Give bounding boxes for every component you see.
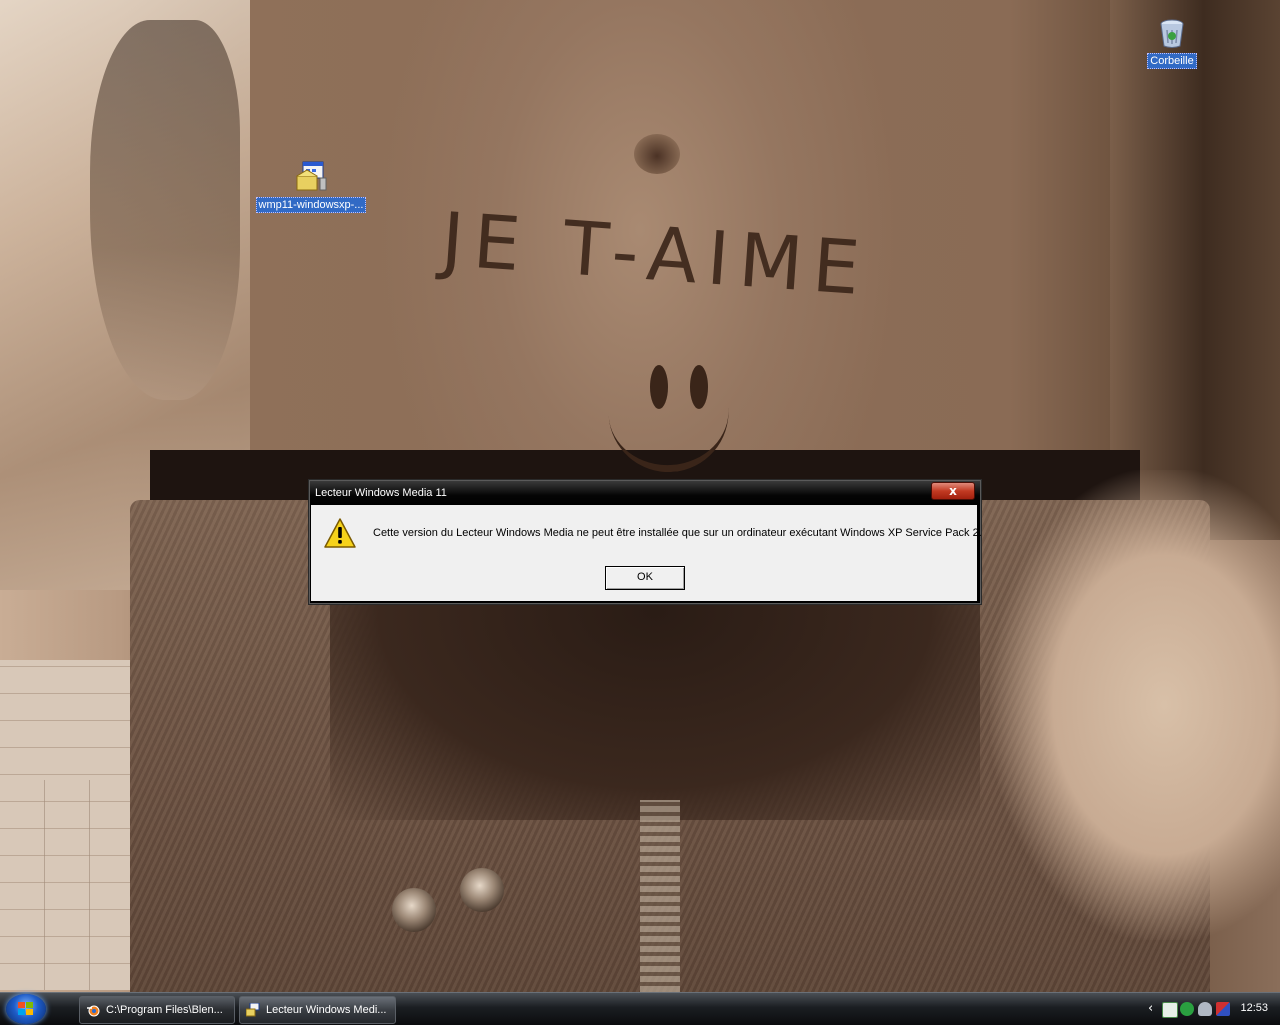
wallpaper-shadow-left — [90, 20, 240, 400]
system-tray: ‹ 12:53 — [1140, 993, 1280, 1025]
wallpaper-zipper — [640, 800, 680, 992]
wallpaper-calendar-columns — [0, 780, 140, 990]
windows-logo-icon — [18, 1002, 34, 1016]
dialog-body: Cette version du Lecteur Windows Media n… — [311, 505, 982, 601]
taskbar-item-blender[interactable]: C:\Program Files\Blen... — [79, 996, 235, 1024]
wallpaper-navel — [634, 134, 680, 174]
close-button[interactable]: x — [931, 482, 975, 500]
desktop-icon-label: wmp11-windowsxp-... — [255, 197, 367, 213]
taskbar-item-windows-media-installer[interactable]: Lecteur Windows Medi... — [239, 996, 396, 1024]
dialog-titlebar[interactable]: Lecteur Windows Media 11 x — [310, 481, 980, 505]
wallpaper-hand — [990, 470, 1280, 940]
shield-icon[interactable] — [1216, 1002, 1230, 1016]
wallpaper-belly-text: JE T-AIME — [438, 196, 873, 313]
dialog-message: Cette version du Lecteur Windows Media n… — [373, 527, 982, 539]
blender-icon — [87, 1005, 100, 1017]
recycle-bin-icon — [1160, 19, 1184, 48]
taskbar: C:\Program Files\Blen... Lecteur Windows… — [0, 992, 1280, 1025]
monitor-icon[interactable] — [1162, 1002, 1178, 1018]
close-icon: x — [949, 484, 957, 498]
warning-icon — [324, 518, 356, 548]
clock[interactable]: 12:53 — [1240, 1002, 1268, 1014]
ok-button[interactable]: OK — [605, 566, 685, 590]
network-icon[interactable] — [1180, 1002, 1194, 1016]
start-button[interactable] — [6, 994, 46, 1024]
taskbar-item-label: Lecteur Windows Medi... — [266, 1004, 387, 1016]
desktop-icon-recycle-bin[interactable]: Corbeille — [1112, 16, 1232, 69]
desktop-icon-label: Corbeille — [1147, 53, 1197, 69]
taskbar-item-label: C:\Program Files\Blen... — [106, 1004, 223, 1016]
desktop-icon-installer[interactable]: wmp11-windowsxp-... — [251, 160, 371, 213]
wallpaper-jeans-button — [392, 888, 436, 932]
dialog-title: Lecteur Windows Media 11 — [315, 487, 447, 499]
error-dialog: Lecteur Windows Media 11 x Cette version… — [309, 480, 982, 604]
wallpaper-jeans-button — [460, 868, 504, 912]
installer-icon — [246, 1003, 260, 1017]
installer-icon — [296, 161, 327, 191]
chevron-left-icon[interactable]: ‹ — [1148, 1001, 1153, 1016]
user-icon[interactable] — [1198, 1002, 1212, 1016]
